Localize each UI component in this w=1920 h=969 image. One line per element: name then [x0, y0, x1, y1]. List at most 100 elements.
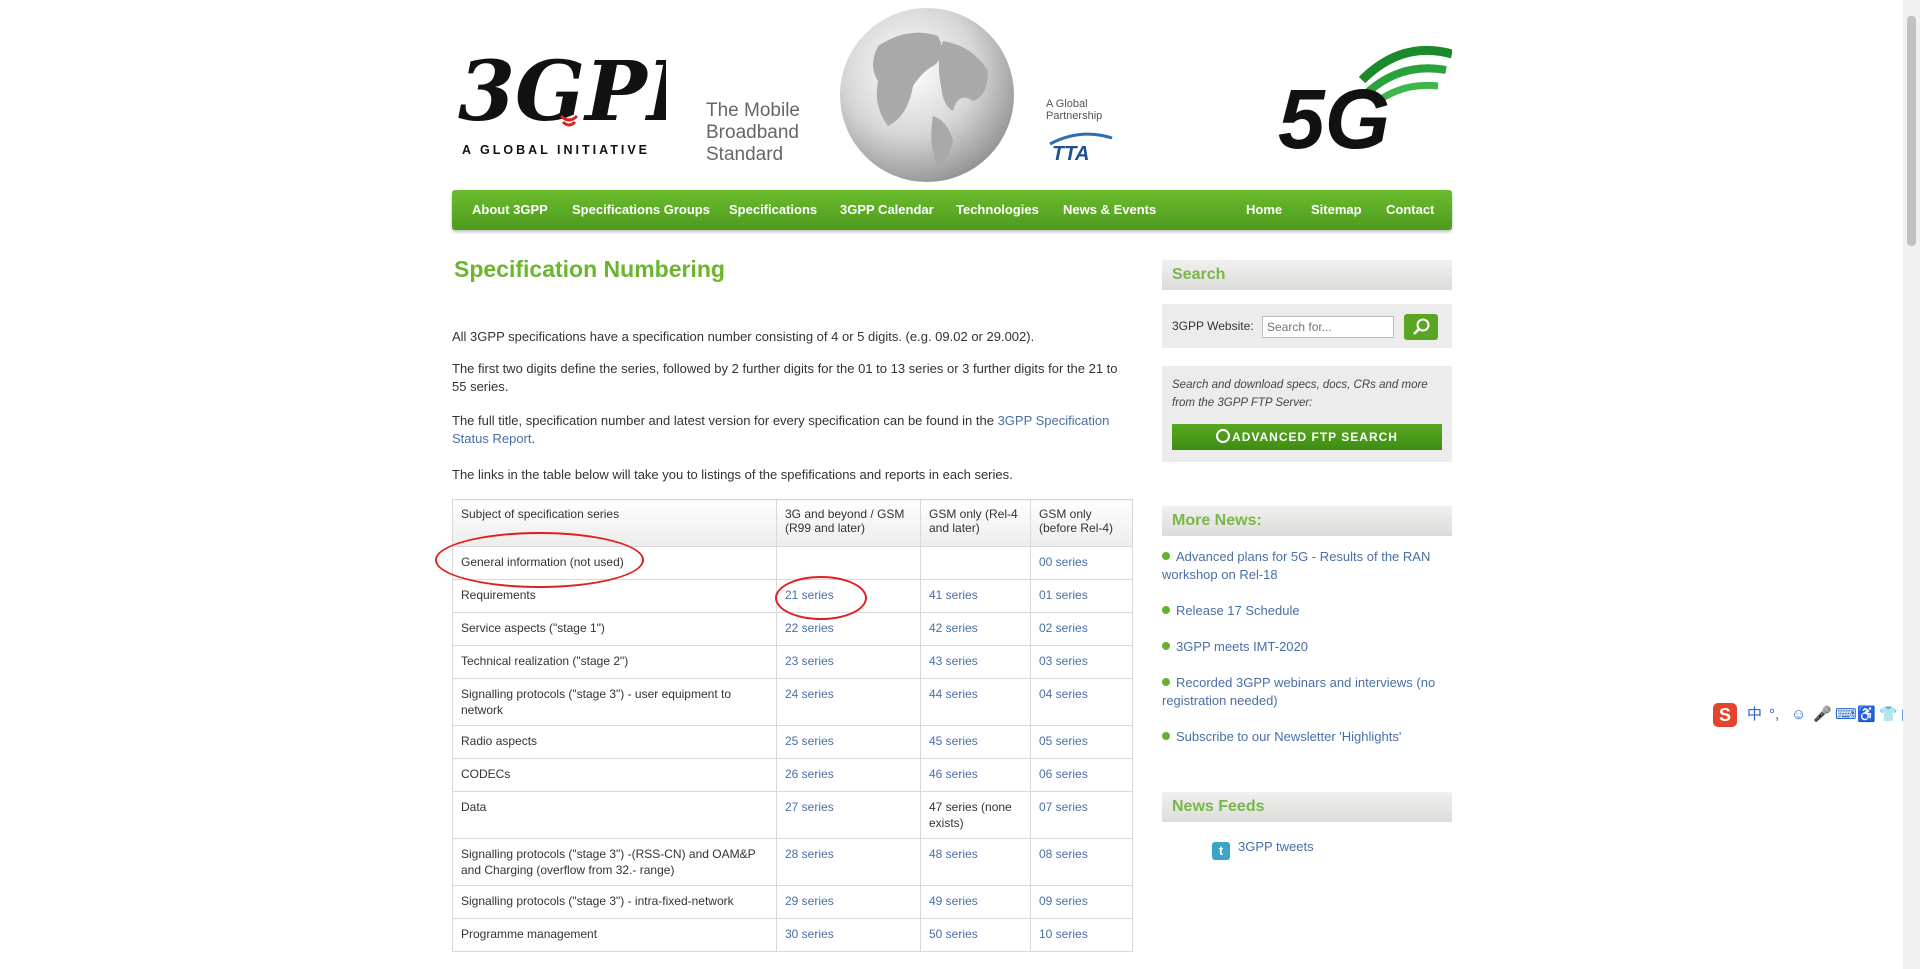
- series-link[interactable]: 46 series: [929, 767, 978, 781]
- series-link[interactable]: 00 series: [1039, 555, 1088, 569]
- news-item[interactable]: Subscribe to our Newsletter 'Highlights': [1162, 728, 1452, 746]
- series-link-cell: 28 series: [776, 838, 921, 886]
- series-link[interactable]: 45 series: [929, 734, 978, 748]
- series-link[interactable]: 48 series: [929, 847, 978, 861]
- series-link[interactable]: 10 series: [1039, 927, 1088, 941]
- page-wrapper: 3GPP A GLOBAL INITIATIVE The Mobile Broa…: [435, 0, 1452, 952]
- series-subject-cell: Signalling protocols ("stage 3") -(RSS-C…: [452, 838, 777, 886]
- series-link-cell: 07 series: [1030, 791, 1133, 839]
- series-link[interactable]: 01 series: [1039, 588, 1088, 602]
- table-row: Data 27 series 47 series (none exists) 07 s…: [452, 791, 1133, 839]
- main-navigation: About 3GPP Specifications Groups Specifi…: [452, 190, 1452, 230]
- table-row: Radio aspects 25 series 45 series 05 series: [452, 725, 1133, 759]
- series-subject-cell: Programme management: [452, 918, 777, 952]
- annotation-circle-general-info: [435, 532, 644, 588]
- ftp-description: Search and download specs, docs, CRs and…: [1172, 379, 1428, 409]
- ime-keyboard-icon[interactable]: ⌨: [1835, 705, 1857, 725]
- series-link[interactable]: 03 series: [1039, 654, 1088, 668]
- search-input[interactable]: [1262, 316, 1394, 338]
- series-link[interactable]: 24 series: [785, 687, 834, 701]
- page-scrollbar[interactable]: [1903, 0, 1920, 969]
- nav-home[interactable]: Home: [1246, 190, 1282, 230]
- news-item[interactable]: 3GPP meets IMT-2020: [1162, 638, 1452, 656]
- ime-skin-icon[interactable]: 👕: [1879, 705, 1898, 725]
- ime-lang-icon[interactable]: 中: [1747, 705, 1762, 725]
- series-link[interactable]: 06 series: [1039, 767, 1088, 781]
- series-link[interactable]: 43 series: [929, 654, 978, 668]
- series-link[interactable]: 08 series: [1039, 847, 1088, 861]
- series-link[interactable]: 05 series: [1039, 734, 1088, 748]
- search-label: 3GPP Website:: [1172, 319, 1254, 333]
- series-link[interactable]: 42 series: [929, 621, 978, 635]
- series-link[interactable]: 29 series: [785, 894, 834, 908]
- col-gsm-rel4: GSM only (Rel-4 and later): [920, 499, 1031, 547]
- series-link[interactable]: 26 series: [785, 767, 834, 781]
- series-link-cell: 46 series: [920, 758, 1031, 792]
- series-subject-cell: Technical realization ("stage 2"): [452, 645, 777, 679]
- scrollbar-thumb[interactable]: [1907, 16, 1916, 246]
- table-row: Signalling protocols ("stage 3") - intra…: [452, 885, 1133, 919]
- series-link[interactable]: 50 series: [929, 927, 978, 941]
- series-link-cell: 06 series: [1030, 758, 1133, 792]
- ime-toolbar: S 中 °, ☺ 🎤 ⌨ ♿ 👕 ▦: [1713, 703, 1920, 727]
- news-item[interactable]: Recorded 3GPP webinars and interviews (n…: [1162, 674, 1452, 710]
- page-title: Specification Numbering: [454, 256, 725, 282]
- news-item[interactable]: Release 17 Schedule: [1162, 602, 1452, 620]
- series-link-cell: 48 series: [920, 838, 1031, 886]
- table-row: Signalling protocols ("stage 3") -(RSS-C…: [452, 838, 1133, 886]
- twitter-feed-link[interactable]: t 3GPP tweets: [1212, 838, 1412, 860]
- series-link[interactable]: 41 series: [929, 588, 978, 602]
- 3gpp-logo[interactable]: 3GPP A GLOBAL INITIATIVE: [456, 28, 666, 158]
- series-link[interactable]: 44 series: [929, 687, 978, 701]
- series-link[interactable]: 23 series: [785, 654, 834, 668]
- series-link-cell: 24 series: [776, 678, 921, 726]
- annotation-circle-21-series: [775, 576, 867, 620]
- series-link[interactable]: 09 series: [1039, 894, 1088, 908]
- search-button[interactable]: [1404, 314, 1438, 340]
- series-link-cell: [776, 546, 921, 580]
- intro-paragraph-3: The full title, specification number and…: [452, 413, 1110, 446]
- sogou-logo-icon[interactable]: S: [1713, 703, 1737, 727]
- nav-about-3gpp[interactable]: About 3GPP: [472, 190, 548, 230]
- series-link[interactable]: 27 series: [785, 800, 834, 814]
- series-link-cell: 49 series: [920, 885, 1031, 919]
- series-link[interactable]: 04 series: [1039, 687, 1088, 701]
- search-heading: Search: [1162, 260, 1452, 290]
- nav-specifications-groups[interactable]: Specifications Groups: [572, 190, 710, 230]
- series-link[interactable]: 07 series: [1039, 800, 1088, 814]
- series-link-cell: 00 series: [1030, 546, 1133, 580]
- ime-emoji-icon[interactable]: ☺: [1791, 705, 1806, 725]
- series-link[interactable]: 02 series: [1039, 621, 1088, 635]
- series-link[interactable]: 30 series: [785, 927, 834, 941]
- series-text: 47 series (none exists): [929, 800, 1012, 830]
- intro-paragraph-2: The first two digits define the series, …: [452, 361, 1118, 394]
- series-link[interactable]: 22 series: [785, 621, 834, 635]
- header: 3GPP A GLOBAL INITIATIVE The Mobile Broa…: [452, 0, 1452, 190]
- series-link-cell: 41 series: [920, 579, 1031, 613]
- news-feeds-heading: News Feeds: [1162, 792, 1452, 822]
- series-subject-cell: Data: [452, 791, 777, 839]
- nav-news-events[interactable]: News & Events: [1063, 190, 1156, 230]
- series-link-cell: 50 series: [920, 918, 1031, 952]
- svg-text:TTA: TTA: [1052, 143, 1089, 162]
- series-link-cell: 03 series: [1030, 645, 1133, 679]
- tta-logo[interactable]: A Global Partnership TTA: [1046, 98, 1130, 168]
- nav-sitemap[interactable]: Sitemap: [1311, 190, 1362, 230]
- ime-mic-icon[interactable]: 🎤: [1813, 705, 1832, 725]
- news-item[interactable]: Advanced plans for 5G - Results of the R…: [1162, 548, 1452, 584]
- svg-text:3GPP: 3GPP: [458, 44, 666, 140]
- nav-3gpp-calendar[interactable]: 3GPP Calendar: [840, 190, 934, 230]
- bullet-icon: [1162, 678, 1170, 686]
- tagline: The Mobile Broadband Standard: [706, 100, 800, 165]
- 5g-logo[interactable]: 5G: [1272, 40, 1452, 160]
- advanced-ftp-search-button[interactable]: ADVANCED FTP SEARCH: [1172, 424, 1442, 450]
- ime-punct-icon[interactable]: °,: [1769, 705, 1779, 725]
- ime-accessibility-icon[interactable]: ♿: [1857, 705, 1876, 725]
- series-link[interactable]: 25 series: [785, 734, 834, 748]
- nav-technologies[interactable]: Technologies: [956, 190, 1039, 230]
- nav-specifications[interactable]: Specifications: [729, 190, 817, 230]
- series-link[interactable]: 28 series: [785, 847, 834, 861]
- series-link[interactable]: 49 series: [929, 894, 978, 908]
- nav-contact[interactable]: Contact: [1386, 190, 1434, 230]
- series-link-cell: 23 series: [776, 645, 921, 679]
